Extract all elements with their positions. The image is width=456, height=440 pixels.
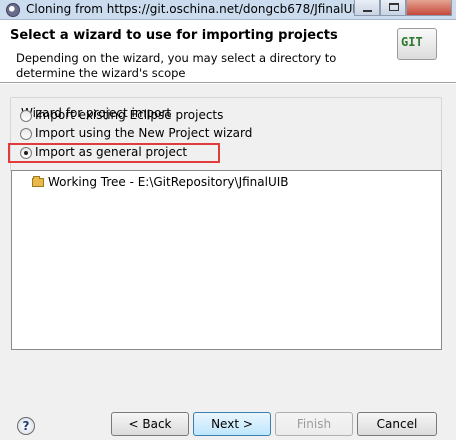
radio-import-new-project-wizard[interactable]: Import using the New Project wizard xyxy=(20,125,430,143)
cancel-button[interactable]: Cancel xyxy=(357,412,437,436)
radio-circle-icon xyxy=(20,110,32,122)
wizard-header: Select a wizard to use for importing pro… xyxy=(0,21,456,83)
maximize-button[interactable] xyxy=(380,0,406,16)
help-icon[interactable]: ? xyxy=(17,417,35,435)
window-title: Cloning from https://git.oschina.net/don… xyxy=(26,2,384,16)
radio-circle-icon xyxy=(20,128,32,140)
back-button[interactable]: < Back xyxy=(111,412,189,436)
annotation-highlight-box xyxy=(8,143,220,163)
tree-item-label: Working Tree - E:\GitRepository\JfinalUI… xyxy=(48,175,289,189)
radio-label: Import using the New Project wizard xyxy=(35,126,253,140)
folder-icon xyxy=(32,176,44,187)
radio-import-existing[interactable]: Import existing Eclipse projects xyxy=(20,107,430,125)
working-tree-view[interactable]: Working Tree - E:\GitRepository\JfinalUI… xyxy=(11,170,442,350)
git-logo-icon: GIT xyxy=(397,28,437,60)
wizard-content: Wizard for project import Import existin… xyxy=(0,84,456,440)
eclipse-app-icon xyxy=(6,3,20,17)
maximize-icon xyxy=(389,3,399,11)
minimize-button[interactable] xyxy=(354,0,380,16)
page-description: Depending on the wizard, you may select … xyxy=(16,51,337,80)
finish-button[interactable]: Finish xyxy=(275,412,353,436)
radio-label: Import existing Eclipse projects xyxy=(35,108,224,122)
window-titlebar[interactable]: Cloning from https://git.oschina.net/don… xyxy=(0,0,456,20)
close-button[interactable] xyxy=(406,0,452,16)
next-button[interactable]: Next > xyxy=(193,412,271,436)
minimize-icon xyxy=(363,10,372,12)
page-title: Select a wizard to use for importing pro… xyxy=(10,28,338,43)
